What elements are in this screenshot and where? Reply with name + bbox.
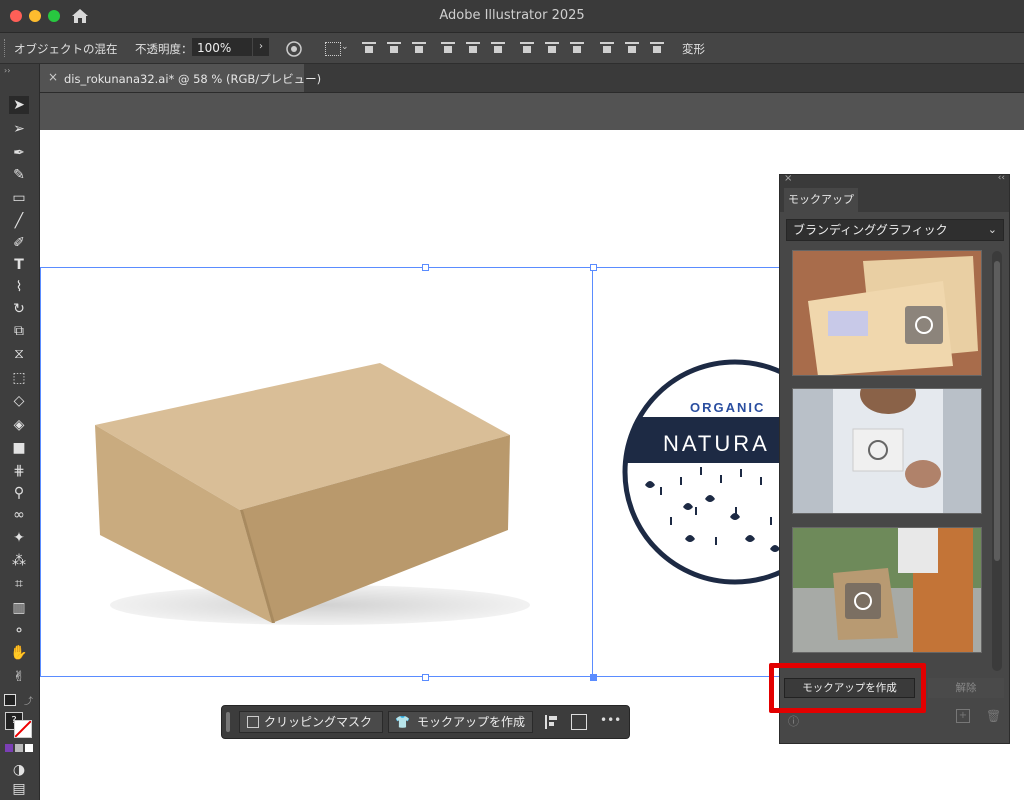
distribute-bottom-icon[interactable] xyxy=(570,42,584,54)
title-bar: Adobe Illustrator 2025 xyxy=(0,0,1024,33)
curvature-tool-icon[interactable]: ✎ xyxy=(9,166,29,184)
taskbar-grip-icon[interactable] xyxy=(226,712,230,732)
panel-header: × ‹‹ xyxy=(780,173,1009,187)
collapse-icon[interactable]: ›› xyxy=(4,66,10,75)
selection-divider xyxy=(592,267,593,677)
chevron-down-icon[interactable]: ⌄ xyxy=(341,42,349,52)
selection-bounding-box[interactable] xyxy=(40,267,840,677)
grip-icon xyxy=(4,39,8,57)
rotate-tool-icon[interactable]: ↻ xyxy=(9,300,29,318)
make-mockup-label: モックアップを作成 xyxy=(417,715,526,729)
screen-mode-icon[interactable]: ▤ xyxy=(9,780,29,798)
distribute-left-icon[interactable] xyxy=(600,42,614,54)
contextual-task-bar: クリッピングマスク 👕 モックアップを作成 ••• xyxy=(221,705,630,739)
selection-handle[interactable] xyxy=(590,264,597,271)
shape-builder-tool-icon[interactable]: ◈ xyxy=(9,416,29,434)
mockup-thumbnail-card[interactable] xyxy=(792,388,982,514)
swap-colors-icon[interactable]: ⤴ xyxy=(24,694,33,707)
app-title: Adobe Illustrator 2025 xyxy=(439,8,585,23)
align-right-icon[interactable] xyxy=(412,42,426,54)
line-tool-icon[interactable]: ╱ xyxy=(9,212,29,230)
selection-handle[interactable] xyxy=(590,674,597,681)
category-dropdown[interactable]: ブランディンググラフィック ⌄ xyxy=(786,219,1004,241)
align-vcenter-icon[interactable] xyxy=(466,42,480,54)
release-button[interactable]: 解除 xyxy=(928,678,1004,698)
trash-icon[interactable]: 🗑 xyxy=(986,709,1001,723)
more-options-icon[interactable]: ••• xyxy=(600,713,621,727)
category-dropdown-label: ブランディンググラフィック xyxy=(793,223,948,237)
distribute-top-icon[interactable] xyxy=(520,42,534,54)
document-tab[interactable]: × dis_rokunana32.ai* @ 58 % (RGB/プレビュー) xyxy=(40,64,321,92)
eraser-tool-icon[interactable]: ◇ xyxy=(9,392,29,410)
clipping-mask-icon xyxy=(247,716,259,728)
gradient-mode-icon[interactable] xyxy=(15,744,23,752)
eraser-pen-tool-icon[interactable]: ⌇ xyxy=(9,278,29,296)
distribute-hcenter-icon[interactable] xyxy=(625,42,639,54)
align-bottom-icon[interactable] xyxy=(491,42,505,54)
distribute-vcenter-icon[interactable] xyxy=(545,42,559,54)
stroke-color-swatch[interactable] xyxy=(14,720,32,738)
align-to-icon[interactable] xyxy=(325,42,341,56)
selection-handle[interactable] xyxy=(422,674,429,681)
draw-mode-icon[interactable]: ◑ xyxy=(9,761,29,779)
scrollbar-thumb[interactable] xyxy=(994,261,1000,561)
tools-panel: ›› ➤ ➢ ✒ ✎ ▭ ╱ ✐ T ⌇ ↻ ⧉ ⧖ ⬚ ◇ ◈ ■ ⋕ ⚲ ∞… xyxy=(0,64,40,800)
close-panel-icon[interactable]: × xyxy=(784,173,792,184)
mockup-panel: × ‹‹ モックアップ ブランディンググラフィック ⌄ ⓘ + 🗑 xyxy=(779,173,1010,744)
rotate-view-tool-icon[interactable]: ✌ xyxy=(9,668,29,686)
align-icon[interactable] xyxy=(545,715,559,729)
collapse-panel-icon[interactable]: ‹‹ xyxy=(998,173,1005,183)
artboard-tool-icon[interactable]: ⌗ xyxy=(9,575,29,593)
shirt-icon: 👕 xyxy=(395,715,410,729)
recolor-icon[interactable] xyxy=(286,41,302,57)
rectangle-tool-icon[interactable]: ▭ xyxy=(9,189,29,207)
none-mode-icon[interactable] xyxy=(25,744,33,752)
free-transform-tool-icon[interactable]: ⬚ xyxy=(9,369,29,387)
opacity-input[interactable]: 100% xyxy=(192,38,252,56)
hand-tool-icon[interactable]: ✋ xyxy=(9,644,29,662)
gradient-tool-icon[interactable]: ■ xyxy=(9,439,29,457)
document-tab-label: dis_rokunana32.ai* @ 58 % (RGB/プレビュー) xyxy=(64,72,322,86)
distribute-right-icon[interactable] xyxy=(650,42,664,54)
clipping-mask-label: クリッピングマスク xyxy=(264,715,373,729)
width-tool-icon[interactable]: ⧖ xyxy=(9,345,29,363)
info-icon[interactable]: ⓘ xyxy=(788,713,799,729)
eyedropper-tool-icon[interactable]: ⚲ xyxy=(9,484,29,502)
graph-tool-icon[interactable]: ▥ xyxy=(9,599,29,617)
transform-link[interactable]: 変形 xyxy=(682,41,705,57)
grid-icon[interactable] xyxy=(571,714,587,730)
type-tool-icon[interactable]: T xyxy=(9,256,29,274)
control-bar: オブジェクトの混在 不透明度： 100% › ⌄ 変形 xyxy=(0,33,1024,64)
mesh-tool-icon[interactable]: ⋕ xyxy=(9,462,29,480)
make-mockup-button[interactable]: 👕 モックアップを作成 xyxy=(388,711,533,733)
clipping-mask-button[interactable]: クリッピングマスク xyxy=(239,711,383,733)
selection-tool-icon[interactable]: ➤ xyxy=(9,96,29,114)
selection-handle[interactable] xyxy=(422,264,429,271)
symbol-sprayer-tool-icon[interactable]: ⁂ xyxy=(9,552,29,570)
pin-tool-icon[interactable]: ✦ xyxy=(9,529,29,547)
opacity-chevron-icon[interactable]: › xyxy=(253,38,269,56)
color-mode-icon[interactable] xyxy=(5,744,13,752)
align-left-icon[interactable] xyxy=(362,42,376,54)
tab-mockup[interactable]: モックアップ xyxy=(784,188,858,212)
blend-tool-icon[interactable]: ∞ xyxy=(9,506,29,524)
pen-tool-icon[interactable]: ✒ xyxy=(9,144,29,162)
mockup-thumbnail-envelope[interactable] xyxy=(792,250,982,376)
highlight-annotation xyxy=(769,663,926,713)
new-icon[interactable]: + xyxy=(956,709,970,723)
chevron-down-icon: ⌄ xyxy=(987,223,997,236)
zoom-tool-icon[interactable]: ⚬ xyxy=(9,622,29,640)
object-type-label: オブジェクトの混在 xyxy=(14,42,118,56)
mockup-thumbnail-tote[interactable] xyxy=(792,527,982,653)
direct-selection-tool-icon[interactable]: ➢ xyxy=(9,120,29,138)
paintbrush-tool-icon[interactable]: ✐ xyxy=(9,234,29,252)
close-tab-icon[interactable]: × xyxy=(48,70,58,84)
default-colors-icon[interactable] xyxy=(4,694,16,706)
opacity-label[interactable]: 不透明度： xyxy=(135,41,193,57)
scale-tool-icon[interactable]: ⧉ xyxy=(9,322,29,340)
align-top-icon[interactable] xyxy=(441,42,455,54)
align-hcenter-icon[interactable] xyxy=(387,42,401,54)
